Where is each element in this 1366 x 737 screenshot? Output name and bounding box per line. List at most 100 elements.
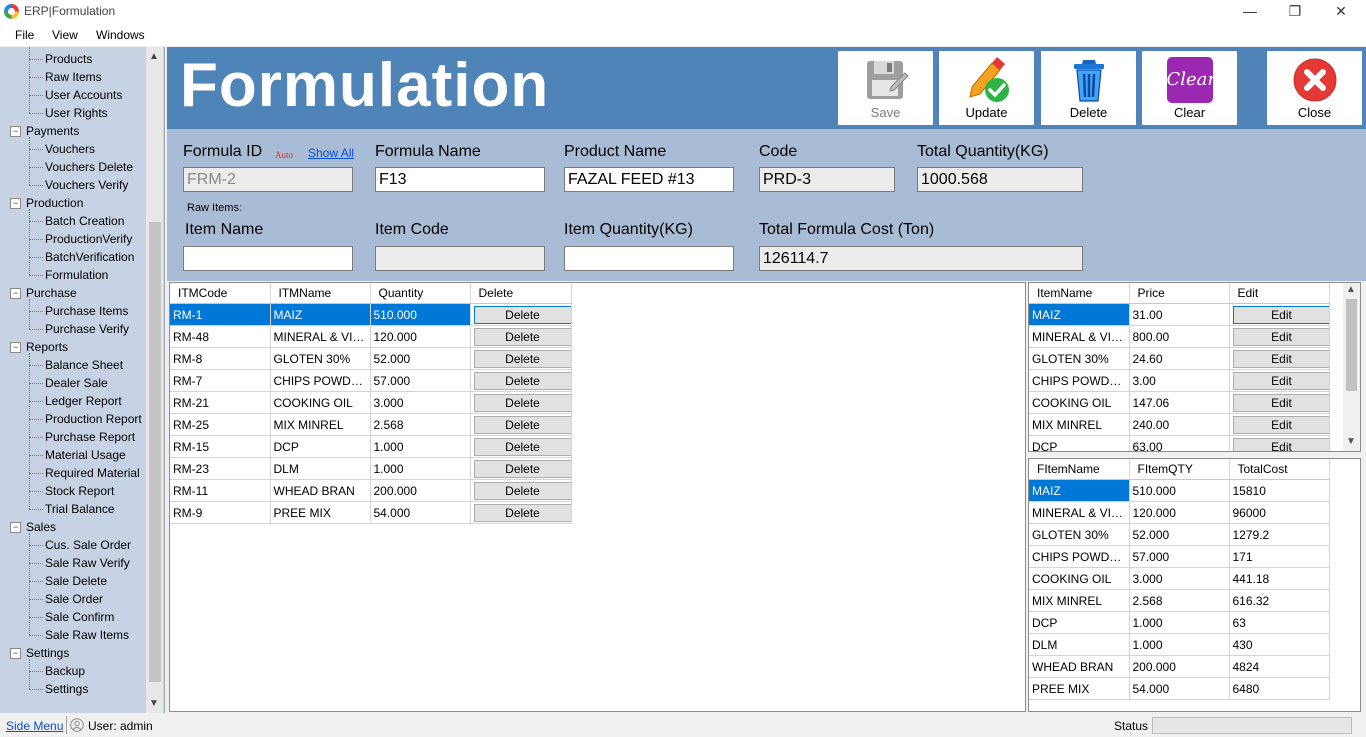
show-all-link[interactable]: Show All (308, 146, 354, 160)
sidebar-item-purchase-report[interactable]: Purchase Report (45, 428, 135, 446)
scroll-down-icon[interactable]: ▼ (1346, 436, 1356, 447)
scroll-down-icon[interactable]: ▼ (149, 698, 159, 709)
close-window-button[interactable]: ✕ (1318, 0, 1364, 22)
table-row[interactable]: GLOTEN 30% 24.60 Edit (1029, 347, 1330, 370)
collapse-icon[interactable]: − (10, 198, 21, 209)
sidebar-item-vouchers[interactable]: Vouchers (45, 140, 95, 158)
column-header-edit[interactable]: Edit (1229, 283, 1330, 304)
collapse-icon[interactable]: − (10, 126, 21, 137)
scroll-up-icon[interactable]: ▲ (1346, 284, 1356, 295)
sidebar-group-production[interactable]: Production (26, 194, 83, 212)
table-row[interactable]: RM-15 DCP 1.000 Delete (170, 435, 572, 458)
save-button[interactable]: Save (838, 51, 933, 125)
sidebar-item-sale-delete[interactable]: Sale Delete (45, 572, 107, 590)
table-row[interactable]: PREE MIX 54.000 6480 (1029, 677, 1330, 700)
sidebar-item-balance-sheet[interactable]: Balance Sheet (45, 356, 123, 374)
table-row[interactable]: RM-23 DLM 1.000 Delete (170, 457, 572, 480)
sidebar-item-vouchers-delete[interactable]: Vouchers Delete (45, 158, 133, 176)
sidebar-group-reports[interactable]: Reports (26, 338, 68, 356)
price-grid-scroll-thumb[interactable] (1346, 299, 1357, 391)
sidebar-item-raw-items[interactable]: Raw Items (45, 68, 102, 86)
sidebar-item-required-material[interactable]: Required Material (45, 464, 140, 482)
sidebar-item-sale-raw-items[interactable]: Sale Raw Items (45, 626, 129, 644)
table-row[interactable]: MINERAL & VIT... 120.000 96000 (1029, 501, 1330, 524)
column-header-fitemname[interactable]: FItemName (1029, 459, 1130, 480)
collapse-icon[interactable]: − (10, 342, 21, 353)
item-quantity-field[interactable] (564, 246, 734, 271)
column-header-itmname[interactable]: ITMName (270, 283, 371, 304)
sidebar-item-batch-creation[interactable]: Batch Creation (45, 212, 124, 230)
column-header-itemname[interactable]: ItemName (1029, 283, 1130, 304)
close-button[interactable]: Close (1267, 51, 1362, 125)
edit-row-button[interactable]: Edit (1232, 393, 1328, 412)
sidebar-item-trial-balance[interactable]: Trial Balance (45, 500, 115, 518)
sidebar-item-batchverification[interactable]: BatchVerification (45, 248, 134, 266)
table-row[interactable]: MIX MINREL 240.00 Edit (1029, 413, 1330, 436)
table-row[interactable]: DCP 1.000 63 (1029, 611, 1330, 634)
column-header-quantity[interactable]: Quantity (370, 283, 471, 304)
delete-button[interactable]: Delete (1041, 51, 1136, 125)
sidebar-group-payments[interactable]: Payments (26, 122, 79, 140)
side-menu-scroll-thumb[interactable] (149, 222, 161, 682)
table-row[interactable]: RM-9 PREE MIX 54.000 Delete (170, 501, 572, 524)
sidebar-item-user-accounts[interactable]: User Accounts (45, 86, 122, 104)
code-field[interactable]: PRD-3 (759, 167, 895, 192)
delete-row-button[interactable]: Delete (473, 305, 570, 324)
side-menu-link[interactable]: Side Menu (6, 719, 63, 733)
edit-row-button[interactable]: Edit (1232, 437, 1328, 451)
sidebar-item-productionverify[interactable]: ProductionVerify (45, 230, 132, 248)
sidebar-item-sale-confirm[interactable]: Sale Confirm (45, 608, 114, 626)
product-name-field[interactable]: FAZAL FEED #13 (564, 167, 734, 192)
delete-row-button[interactable]: Delete (473, 371, 570, 390)
sidebar-item-settings[interactable]: Settings (45, 680, 88, 698)
delete-row-button[interactable]: Delete (473, 437, 570, 456)
clear-button[interactable]: Clear Clear (1142, 51, 1237, 125)
sidebar-group-purchase[interactable]: Purchase (26, 284, 77, 302)
table-row[interactable]: DCP 63.00 Edit (1029, 435, 1330, 451)
table-row[interactable]: RM-48 MINERAL & VIT... 120.000 Delete (170, 325, 572, 348)
restore-button[interactable]: ❐ (1272, 0, 1318, 22)
sidebar-item-user-rights[interactable]: User Rights (45, 104, 108, 122)
sidebar-item-ledger-report[interactable]: Ledger Report (45, 392, 122, 410)
table-row[interactable]: RM-1 MAIZ 510.000 Delete (170, 303, 572, 326)
sidebar-item-sale-raw-verify[interactable]: Sale Raw Verify (45, 554, 130, 572)
column-header-delete[interactable]: Delete (470, 283, 572, 304)
table-row[interactable]: RM-8 GLOTEN 30% 52.000 Delete (170, 347, 572, 370)
delete-row-button[interactable]: Delete (473, 349, 570, 368)
sidebar-group-sales[interactable]: Sales (26, 518, 56, 536)
formula-name-field[interactable]: F13 (375, 167, 545, 192)
sidebar-item-dealer-sale[interactable]: Dealer Sale (45, 374, 108, 392)
edit-row-button[interactable]: Edit (1232, 305, 1328, 324)
table-row[interactable]: MAIZ 510.000 15810 (1029, 479, 1330, 502)
delete-row-button[interactable]: Delete (473, 415, 570, 434)
table-row[interactable]: DLM 1.000 430 (1029, 633, 1330, 656)
collapse-icon[interactable]: − (10, 522, 21, 533)
table-row[interactable]: MIX MINREL 2.568 616.32 (1029, 589, 1330, 612)
table-row[interactable]: CHIPS POWDER 3.00 Edit (1029, 369, 1330, 392)
menu-file[interactable]: File (15, 28, 34, 42)
item-code-field[interactable] (375, 246, 545, 271)
table-row[interactable]: MINERAL & VIT... 800.00 Edit (1029, 325, 1330, 348)
column-header-totalcost[interactable]: TotalCost (1229, 459, 1330, 480)
edit-row-button[interactable]: Edit (1232, 327, 1328, 346)
sidebar-item-purchase-verify[interactable]: Purchase Verify (45, 320, 129, 338)
update-button[interactable]: Update (939, 51, 1034, 125)
delete-row-button[interactable]: Delete (473, 393, 570, 412)
menu-windows[interactable]: Windows (96, 28, 145, 42)
table-row[interactable]: MAIZ 31.00 Edit (1029, 303, 1330, 326)
sidebar-item-vouchers-verify[interactable]: Vouchers Verify (45, 176, 128, 194)
table-row[interactable]: COOKING OIL 147.06 Edit (1029, 391, 1330, 414)
sidebar-item-backup[interactable]: Backup (45, 662, 85, 680)
total-formula-cost-field[interactable]: 126114.7 (759, 246, 1083, 271)
column-header-fitemqty[interactable]: FItemQTY (1129, 459, 1230, 480)
sidebar-item-cus-sale-order[interactable]: Cus. Sale Order (45, 536, 131, 554)
total-quantity-field[interactable]: 1000.568 (917, 167, 1083, 192)
delete-row-button[interactable]: Delete (473, 503, 570, 522)
sidebar-group-settings[interactable]: Settings (26, 644, 69, 662)
delete-row-button[interactable]: Delete (473, 459, 570, 478)
sidebar-item-sale-order[interactable]: Sale Order (45, 590, 103, 608)
sidebar-item-formulation[interactable]: Formulation (45, 266, 108, 284)
sidebar-item-purchase-items[interactable]: Purchase Items (45, 302, 128, 320)
delete-row-button[interactable]: Delete (473, 327, 570, 346)
edit-row-button[interactable]: Edit (1232, 349, 1328, 368)
